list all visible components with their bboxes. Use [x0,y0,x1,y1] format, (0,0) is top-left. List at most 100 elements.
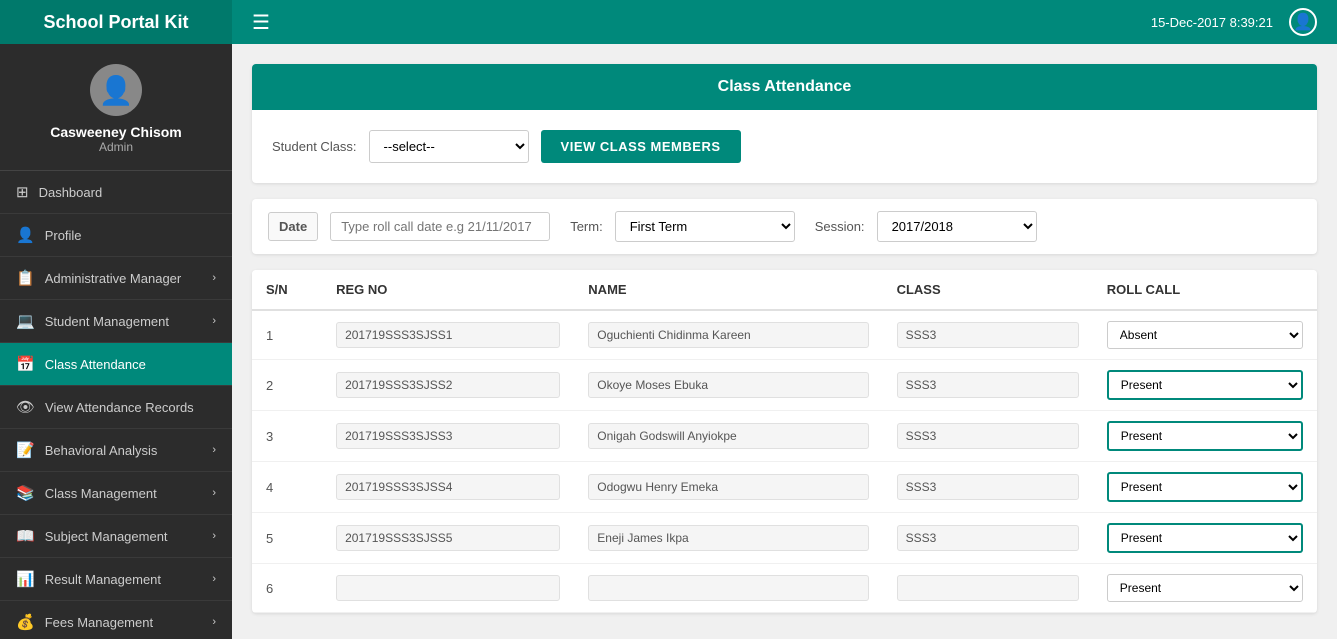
result-management-nav-icon: 📊 [16,570,35,588]
user-icon[interactable]: 👤 [1289,8,1317,36]
col-class: CLASS [883,270,1093,310]
header-right: 15-Dec-2017 8:39:21 👤 [1151,8,1337,36]
sidebar-item-view-attendance-records[interactable]: 👁 View Attendance Records [0,386,232,429]
cell-name [574,360,882,411]
cell-sn: 3 [252,411,322,462]
class-input [897,322,1079,348]
cell-class [883,310,1093,360]
cell-regno [322,360,574,411]
sidebar-item-student-management[interactable]: 💻 Student Management › [0,300,232,343]
rollcall-select[interactable]: Absent Present [1107,472,1303,502]
name-input [588,423,868,449]
term-select[interactable]: First Term Second Term Third Term [615,211,795,242]
term-label: Term: [570,219,603,234]
cell-name [574,513,882,564]
profile-nav-icon: 👤 [16,226,35,244]
attendance-table: S/N REG NO NAME CLASS ROLL CALL 1 Absent… [252,270,1317,613]
student-management-arrow-icon: › [212,315,216,327]
cell-regno [322,310,574,360]
cell-name [574,310,882,360]
table-row: 2 Absent Present [252,360,1317,411]
regno-input [336,423,560,449]
result-management-nav-label: Result Management [45,572,161,587]
sidebar-item-administrative-manager[interactable]: 📋 Administrative Manager › [0,257,232,300]
hamburger-button[interactable]: ☰ [232,10,290,35]
col-name: NAME [574,270,882,310]
cell-class [883,513,1093,564]
subject-management-nav-label: Subject Management [45,529,168,544]
sidebar-item-class-management[interactable]: 📚 Class Management › [0,472,232,515]
hamburger-icon: ☰ [252,12,270,34]
administrative-manager-nav-label: Administrative Manager [45,271,182,286]
name-input [588,372,868,398]
col-regno: REG NO [322,270,574,310]
view-attendance-records-nav-icon: 👁 [16,398,35,416]
view-class-members-button[interactable]: VIEW CLASS MEMBERS [541,130,741,163]
subject-management-nav-icon: 📖 [16,527,35,545]
sidebar-item-behavioral-analysis[interactable]: 📝 Behavioral Analysis › [0,429,232,472]
student-class-select[interactable]: --select-- [369,130,529,163]
behavioral-analysis-nav-icon: 📝 [16,441,35,459]
cell-rollcall[interactable]: Absent Present [1093,411,1317,462]
behavioral-analysis-arrow-icon: › [212,444,216,456]
administrative-manager-nav-icon: 📋 [16,269,35,287]
class-input [897,372,1079,398]
cell-rollcall[interactable]: Absent Present [1093,360,1317,411]
fees-management-arrow-icon: › [212,616,216,628]
cell-class [883,360,1093,411]
cell-name [574,462,882,513]
rollcall-select[interactable]: Absent Present [1107,321,1303,349]
cell-rollcall[interactable]: Absent Present [1093,513,1317,564]
cell-class [883,462,1093,513]
class-input [897,575,1079,601]
dashboard-nav-label: Dashboard [39,185,103,200]
cell-sn: 5 [252,513,322,564]
table-row: 1 Absent Present [252,310,1317,360]
class-attendance-nav-label: Class Attendance [45,357,146,372]
body-layout: 👤 Casweeney Chisom Admin ⊞ Dashboard 👤 P… [0,44,1337,639]
class-attendance-nav-icon: 📅 [16,355,35,373]
table-header-row: S/N REG NO NAME CLASS ROLL CALL [252,270,1317,310]
cell-rollcall[interactable]: Absent Present [1093,310,1317,360]
cell-rollcall[interactable]: Absent Present [1093,564,1317,613]
student-management-nav-label: Student Management [45,314,169,329]
sidebar-item-subject-management[interactable]: 📖 Subject Management › [0,515,232,558]
table-row: 6 Absent Present [252,564,1317,613]
date-label: Date [268,212,318,241]
session-select[interactable]: 2017/2018 2016/2017 2015/2016 [877,211,1037,242]
cell-sn: 2 [252,360,322,411]
rollcall-select[interactable]: Absent Present [1107,574,1303,602]
cell-regno [322,462,574,513]
date-input[interactable] [330,212,550,241]
sidebar-item-fees-management[interactable]: 💰 Fees Management › [0,601,232,639]
logo-text: School Portal Kit [43,12,188,33]
table-body: 1 Absent Present 2 Absent [252,310,1317,613]
sidebar-item-dashboard[interactable]: ⊞ Dashboard [0,171,232,214]
user-avatar: 👤 [90,64,142,116]
rollcall-select[interactable]: Absent Present [1107,421,1303,451]
sidebar-item-result-management[interactable]: 📊 Result Management › [0,558,232,601]
regno-input [336,322,560,348]
name-input [588,575,868,601]
table-header: S/N REG NO NAME CLASS ROLL CALL [252,270,1317,310]
date-term-session-row: Date Term: First Term Second Term Third … [252,199,1317,254]
sidebar-item-profile[interactable]: 👤 Profile [0,214,232,257]
class-input [897,474,1079,500]
col-rollcall: ROLL CALL [1093,270,1317,310]
class-management-nav-icon: 📚 [16,484,35,502]
rollcall-select[interactable]: Absent Present [1107,370,1303,400]
logo: School Portal Kit [0,0,232,44]
cell-rollcall[interactable]: Absent Present [1093,462,1317,513]
sidebar-item-class-attendance[interactable]: 📅 Class Attendance [0,343,232,386]
class-input [897,525,1079,551]
behavioral-analysis-nav-label: Behavioral Analysis [45,443,158,458]
name-input [588,322,868,348]
cell-sn: 4 [252,462,322,513]
table-row: 3 Absent Present [252,411,1317,462]
user-role: Admin [99,140,133,154]
regno-input [336,474,560,500]
regno-input [336,372,560,398]
class-management-arrow-icon: › [212,487,216,499]
rollcall-select[interactable]: Absent Present [1107,523,1303,553]
filter-row: Student Class: --select-- VIEW CLASS MEM… [272,130,1297,163]
